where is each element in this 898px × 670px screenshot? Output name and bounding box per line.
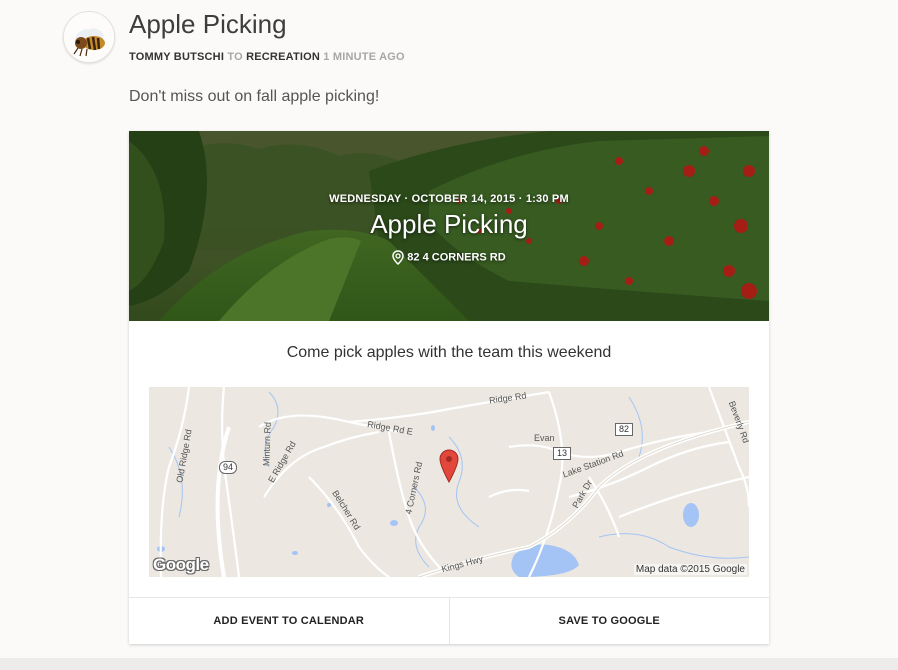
- event-map[interactable]: Ridge Rd Ridge Rd E Old Ridge Rd Minturn…: [149, 387, 749, 577]
- event-location[interactable]: 82 4 CORNERS RD: [129, 250, 769, 265]
- group-link[interactable]: RECREATION: [246, 51, 320, 63]
- event-actions: ADD EVENT TO CALENDAR SAVE TO GOOGLE: [129, 597, 769, 644]
- event-card: WEDNESDAY · OCTOBER 14, 2015 · 1:30 PM A…: [129, 131, 769, 644]
- avatar[interactable]: [63, 11, 115, 63]
- event-datetime: WEDNESDAY · OCTOBER 14, 2015 · 1:30 PM: [329, 193, 569, 205]
- map-label-minturn-rd: Minturn Rd: [261, 421, 273, 467]
- event-hero-overlay: WEDNESDAY · OCTOBER 14, 2015 · 1:30 PM A…: [129, 131, 769, 321]
- location-pin-icon: [392, 250, 405, 265]
- google-logo[interactable]: Google: [153, 555, 209, 575]
- route-13-shield: 13: [553, 447, 572, 460]
- event-hero-image: WEDNESDAY · OCTOBER 14, 2015 · 1:30 PM A…: [129, 131, 769, 321]
- event-description: Come pick apples with the team this week…: [286, 344, 612, 361]
- next-post-divider: [0, 658, 898, 670]
- route-82-shield: 82: [615, 423, 634, 436]
- timestamp: 1 MINUTE AGO: [323, 51, 405, 63]
- map-copyright: Map data ©2015 Google: [633, 564, 747, 575]
- route-94-shield: 94: [219, 461, 238, 474]
- save-to-google-button[interactable]: SAVE TO GOOGLE: [448, 598, 770, 644]
- post-meta: TOMMY BUTSCHI TO RECREATION 1 MINUTE AGO: [129, 51, 405, 63]
- add-to-calendar-button[interactable]: ADD EVENT TO CALENDAR: [129, 598, 449, 644]
- author-link[interactable]: TOMMY BUTSCHI: [129, 51, 224, 63]
- to-label: TO: [227, 51, 243, 63]
- map-marker-icon[interactable]: [439, 449, 459, 483]
- bee-icon: [64, 12, 114, 62]
- post-body: Don't miss out on fall apple picking!: [129, 88, 380, 105]
- map-label-evan: Evan: [534, 433, 555, 443]
- event-location-label: 82 4 CORNERS RD: [407, 251, 506, 264]
- event-title: Apple Picking: [370, 209, 528, 239]
- post-title: Apple Picking: [129, 9, 287, 39]
